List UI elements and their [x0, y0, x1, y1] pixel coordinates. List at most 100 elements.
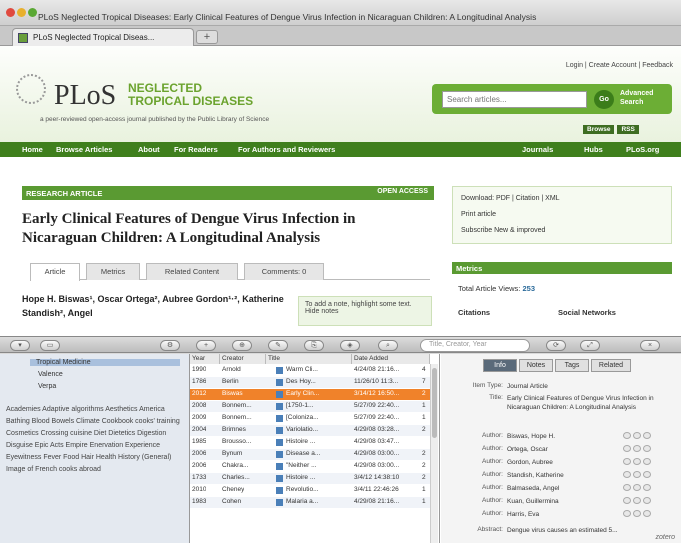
new-tab-button[interactable]: +: [196, 30, 218, 44]
new-item-icon[interactable]: +: [196, 340, 216, 351]
remove-author-icon[interactable]: [633, 445, 641, 452]
tab-metrics[interactable]: Metrics: [86, 263, 140, 280]
author-swap-icon[interactable]: [623, 510, 631, 517]
author-swap-icon[interactable]: [623, 471, 631, 478]
pane-tab-tags[interactable]: Tags: [555, 359, 589, 372]
scrollbar-thumb[interactable]: [432, 368, 437, 438]
zotero-search-input[interactable]: Title, Creator, Year: [420, 339, 530, 352]
item-type-icon: [276, 487, 283, 494]
zoom-window-button[interactable]: [28, 8, 37, 17]
items-scrollbar[interactable]: [430, 364, 438, 543]
author-label[interactable]: Author:: [482, 484, 503, 491]
item-type-value[interactable]: Journal Article: [507, 382, 671, 391]
add-author-icon[interactable]: [643, 471, 651, 478]
nav-about[interactable]: About: [138, 145, 160, 154]
author-swap-icon[interactable]: [623, 458, 631, 465]
nav-for-authors[interactable]: For Authors and Reviewers: [238, 145, 335, 154]
add-author-icon[interactable]: [643, 484, 651, 491]
table-row[interactable]: 2012 Biswas Early Clin... 3/14/12 16:50... 2: [190, 389, 430, 400]
author-label[interactable]: Author:: [482, 471, 503, 478]
total-views-value[interactable]: 253: [522, 284, 535, 293]
table-row[interactable]: 2010 Cheney Revolutio... 3/4/11 22:46:26 1: [190, 485, 430, 496]
tag-selector[interactable]: Academies Adaptive algorithms Aesthetics…: [6, 404, 186, 476]
collapse-pane-icon[interactable]: ▾: [10, 340, 30, 351]
table-row[interactable]: 1985 Brousso... Histoire ... 4/29/08 03:47.…: [190, 437, 430, 448]
fullscreen-icon[interactable]: ⤢: [580, 340, 600, 351]
remove-author-icon[interactable]: [633, 432, 641, 439]
minimize-window-button[interactable]: [17, 8, 26, 17]
title-value[interactable]: Early Clinical Features of Dengue Virus …: [507, 394, 671, 412]
author-label[interactable]: Author:: [482, 510, 503, 517]
author-swap-icon[interactable]: [623, 432, 631, 439]
download-links[interactable]: Download: PDF | Citation | XML: [461, 195, 560, 202]
author-swap-icon[interactable]: [623, 445, 631, 452]
column-year[interactable]: Year: [190, 354, 220, 364]
new-note-icon[interactable]: ✎: [268, 340, 288, 351]
nav-home[interactable]: Home: [22, 145, 43, 154]
table-row[interactable]: 1733 Charles... Histoire ... 3/4/12 14:38:1…: [190, 473, 430, 484]
add-author-icon[interactable]: [643, 432, 651, 439]
table-row[interactable]: 1983 Cohen Malaria a... 4/29/08 21:16... 1: [190, 497, 430, 508]
add-author-icon[interactable]: [643, 445, 651, 452]
remove-author-icon[interactable]: [633, 471, 641, 478]
actions-icon[interactable]: ⚙: [160, 340, 180, 351]
tag-selector-icon[interactable]: ◈: [340, 340, 360, 351]
add-by-identifier-icon[interactable]: ⊕: [232, 340, 252, 351]
collection-valence[interactable]: Valence: [38, 371, 63, 378]
table-row[interactable]: 2006 Bynum Disease a... 4/29/08 03:00... 2: [190, 449, 430, 460]
author-swap-icon[interactable]: [623, 497, 631, 504]
table-row[interactable]: 2008 Bonnem... [1750-1... 5/27/09 22:40... 1: [190, 401, 430, 412]
new-collection-icon[interactable]: ▭: [40, 340, 60, 351]
print-article-link[interactable]: Print article: [461, 211, 496, 218]
pane-tab-notes[interactable]: Notes: [519, 359, 553, 372]
nav-for-readers[interactable]: For Readers: [174, 145, 218, 154]
nav-hubs[interactable]: Hubs: [584, 145, 603, 154]
browser-tab[interactable]: PLoS Neglected Tropical Diseas...: [12, 28, 194, 46]
table-row[interactable]: 2004 Brimnes Variolatio... 4/29/08 03:28...…: [190, 425, 430, 436]
account-links[interactable]: Login | Create Account | Feedback: [566, 62, 673, 69]
collection-tropical-medicine[interactable]: Tropical Medicine: [30, 359, 180, 366]
author-label[interactable]: Author:: [482, 432, 503, 439]
close-zotero-icon[interactable]: ×: [640, 340, 660, 351]
table-row[interactable]: 2006 Chakra... "Neither ... 4/29/08 03:00..…: [190, 461, 430, 472]
rss-button[interactable]: RSS: [617, 125, 639, 134]
table-row[interactable]: 2009 Bonnem... [Coloniza... 5/27/09 22:40..…: [190, 413, 430, 424]
tab-comments[interactable]: Comments: 0: [244, 263, 324, 280]
nav-plos-org[interactable]: PLoS.org: [626, 145, 659, 154]
remove-author-icon[interactable]: [633, 510, 641, 517]
author-label[interactable]: Author:: [482, 497, 503, 504]
pane-tab-related[interactable]: Related: [591, 359, 631, 372]
locate-icon[interactable]: ⌕: [378, 340, 398, 351]
close-window-button[interactable]: [6, 8, 15, 17]
browse-button[interactable]: Browse: [583, 125, 615, 134]
add-author-icon[interactable]: [643, 458, 651, 465]
search-go-button[interactable]: Go: [594, 90, 614, 109]
column-creator[interactable]: Creator: [220, 354, 266, 364]
search-input[interactable]: [442, 91, 587, 108]
author-label[interactable]: Author:: [482, 458, 503, 465]
author-swap-icon[interactable]: [623, 484, 631, 491]
attach-icon[interactable]: ⎘: [304, 340, 324, 351]
tab-article[interactable]: Article: [30, 263, 80, 281]
remove-author-icon[interactable]: [633, 484, 641, 491]
nav-journals[interactable]: Journals: [522, 145, 553, 154]
advanced-search-link[interactable]: Advanced Search: [620, 89, 672, 107]
add-author-icon[interactable]: [643, 497, 651, 504]
table-row[interactable]: 1786 Berlin Des Hoy... 11/26/10 11:3... 7: [190, 377, 430, 388]
remove-author-icon[interactable]: [633, 497, 641, 504]
author-label[interactable]: Author:: [482, 445, 503, 452]
tab-related-content[interactable]: Related Content: [146, 263, 238, 280]
cell-n: 2: [422, 450, 426, 457]
column-date-added[interactable]: Date Added: [352, 354, 430, 364]
remove-author-icon[interactable]: [633, 458, 641, 465]
nav-browse-articles[interactable]: Browse Articles: [56, 145, 112, 154]
add-note-box[interactable]: To add a note, highlight some text. Hide…: [298, 296, 432, 326]
abstract-value[interactable]: Dengue virus causes an estimated 5...: [507, 526, 671, 535]
table-row[interactable]: 1990 Arnold Warm Cli... 4/24/08 21:16... 4: [190, 365, 430, 376]
column-title[interactable]: Title: [266, 354, 352, 364]
subscribe-link[interactable]: Subscribe New & improved: [461, 227, 545, 234]
sync-icon[interactable]: ⟳: [546, 340, 566, 351]
add-author-icon[interactable]: [643, 510, 651, 517]
collection-verpa[interactable]: Verpa: [38, 383, 56, 390]
pane-tab-info[interactable]: Info: [483, 359, 517, 372]
